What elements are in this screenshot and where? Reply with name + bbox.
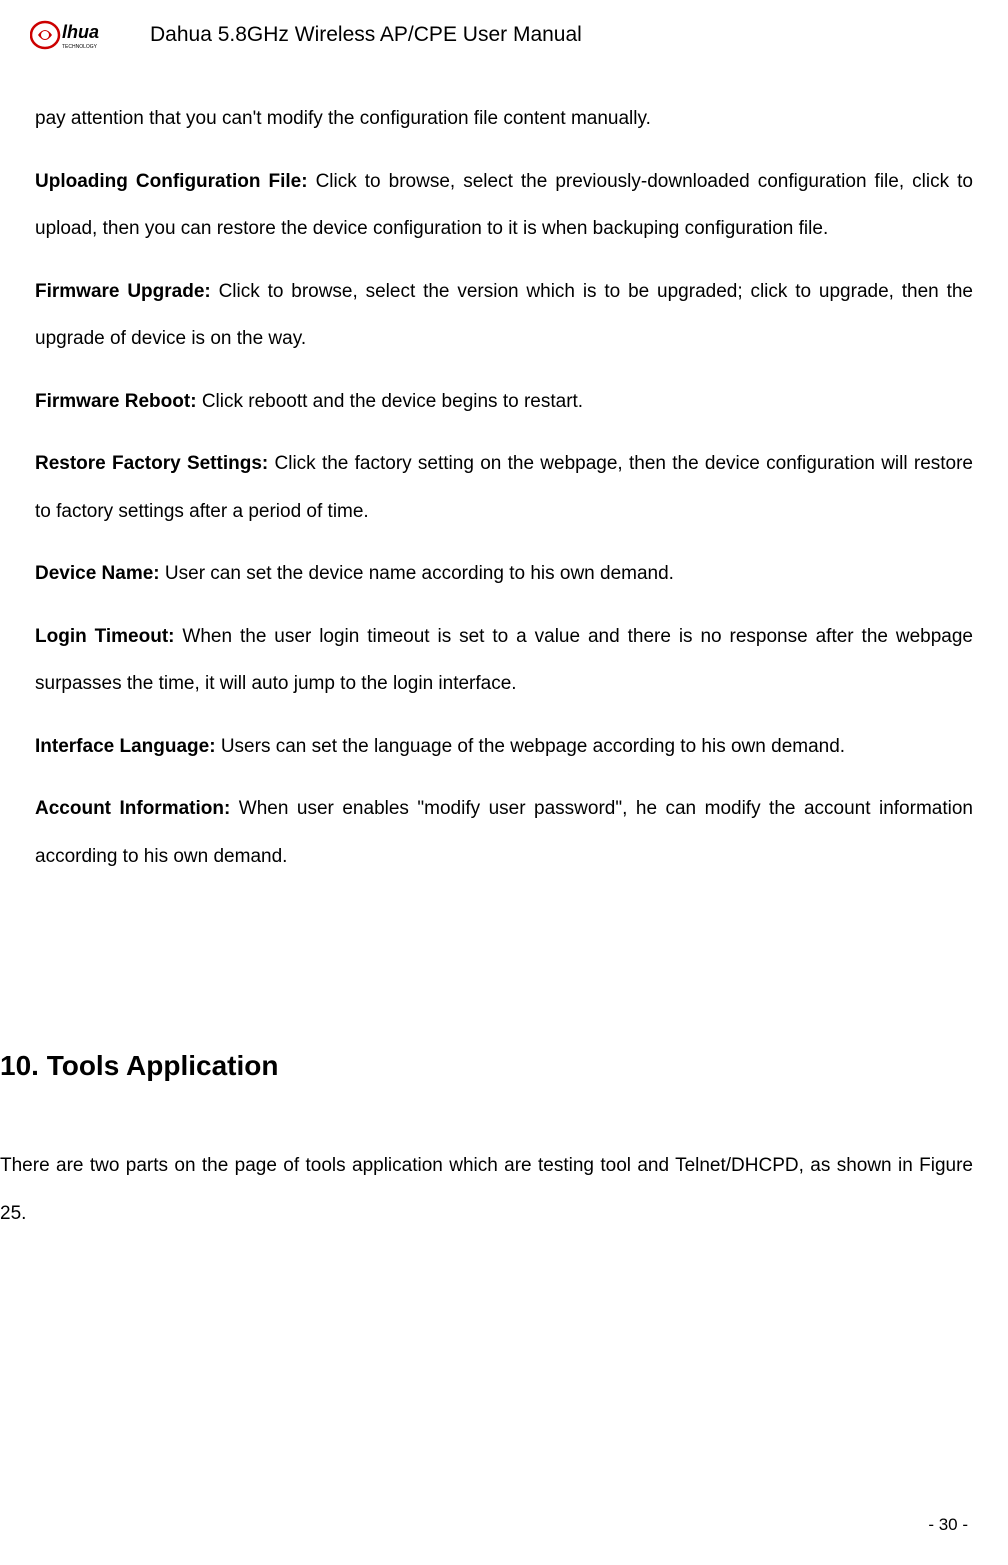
document-content: pay attention that you can't modify the … (0, 55, 1008, 880)
paragraph-uploading: Uploading Configuration File: Click to b… (35, 158, 973, 253)
section-intro-text: There are two parts on the page of tools… (0, 1142, 973, 1237)
paragraph-firmware-upgrade: Firmware Upgrade: Click to browse, selec… (35, 268, 973, 363)
text-device-name: User can set the device name according t… (165, 563, 674, 584)
svg-text:TECHNOLOGY: TECHNOLOGY (62, 44, 98, 50)
paragraph-device-name: Device Name: User can set the device nam… (35, 550, 973, 598)
label-device-name: Device Name: (35, 563, 165, 584)
label-restore-factory: Restore Factory Settings: (35, 453, 275, 474)
paragraph-restore-factory: Restore Factory Settings: Click the fact… (35, 440, 973, 535)
paragraph-account-info: Account Information: When user enables "… (35, 785, 973, 880)
section-container: 10. Tools Application There are two part… (0, 1050, 1008, 1237)
document-title: Dahua 5.8GHz Wireless AP/CPE User Manual (150, 23, 582, 47)
label-uploading: Uploading Configuration File: (35, 171, 316, 192)
label-account-info: Account Information: (35, 798, 239, 819)
label-firmware-reboot: Firmware Reboot: (35, 391, 202, 412)
paragraph-login-timeout: Login Timeout: When the user login timeo… (35, 613, 973, 708)
section-heading-tools: 10. Tools Application (0, 1050, 1008, 1082)
document-header: lhua TECHNOLOGY Dahua 5.8GHz Wireless AP… (0, 0, 1008, 55)
label-interface-language: Interface Language: (35, 736, 221, 757)
alhua-logo-icon: lhua TECHNOLOGY (30, 15, 130, 55)
label-firmware-upgrade: Firmware Upgrade: (35, 281, 219, 302)
text-firmware-reboot: Click reboott and the device begins to r… (202, 391, 583, 412)
paragraph-intro: pay attention that you can't modify the … (35, 95, 973, 143)
paragraph-interface-language: Interface Language: Users can set the la… (35, 723, 973, 771)
company-logo: lhua TECHNOLOGY (30, 15, 130, 55)
text-interface-language: Users can set the language of the webpag… (221, 736, 845, 757)
page-number: - 30 - (928, 1515, 968, 1535)
svg-text:lhua: lhua (62, 22, 99, 42)
paragraph-firmware-reboot: Firmware Reboot: Click reboott and the d… (35, 378, 973, 426)
label-login-timeout: Login Timeout: (35, 626, 182, 647)
